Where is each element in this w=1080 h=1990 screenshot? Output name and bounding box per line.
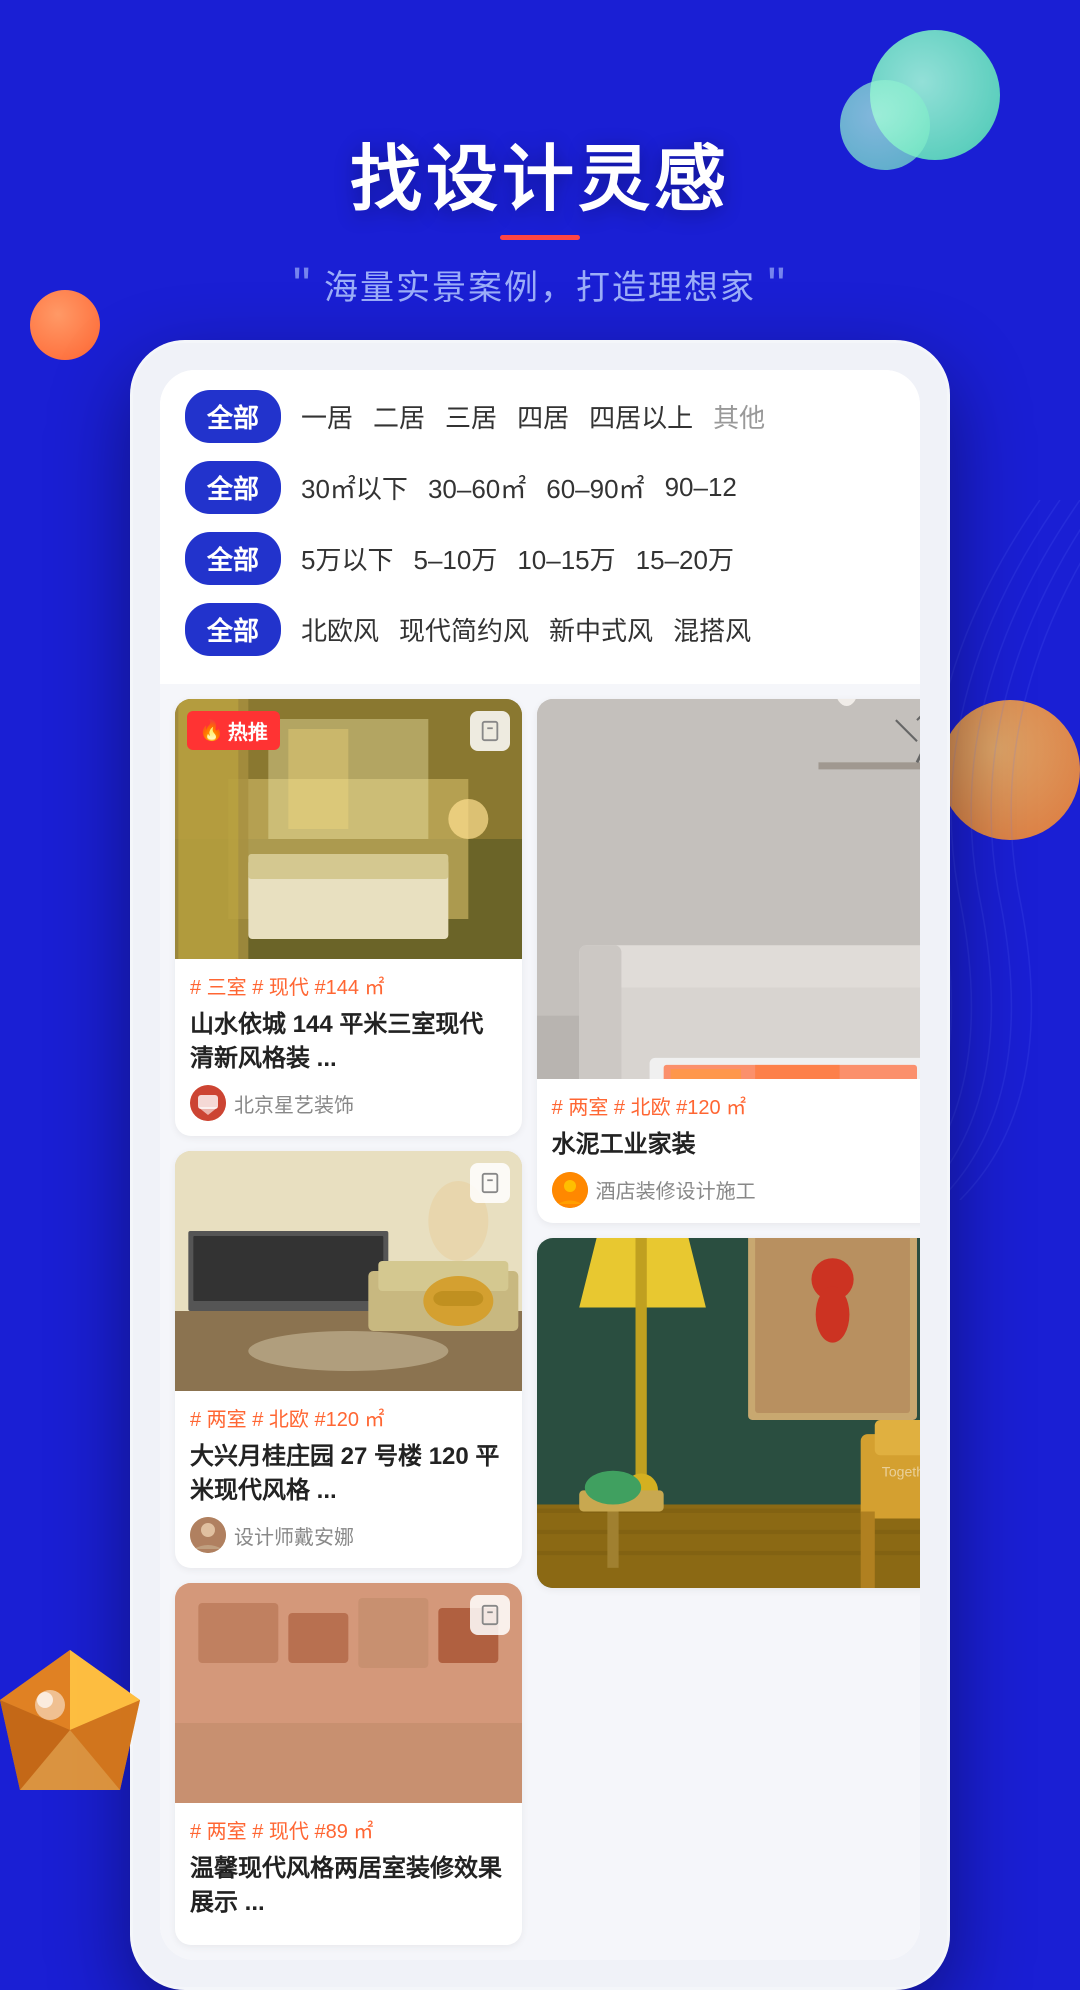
card-3-author-name: 设计师戴安娜 xyxy=(234,1521,354,1550)
card-bedroom-body: # 三室 # 现代 #144 ㎡ 山水依城 144 平米三室现代清新风格装 ..… xyxy=(175,959,522,1136)
card-peach[interactable]: # 两室 # 现代 #89 ㎡ 温馨现代风格两居室装修效果展示 ... xyxy=(175,1583,522,1944)
card-3-image xyxy=(175,1151,522,1391)
filter-row-budget: 全部 5万以下 5–10万 10–15万 15–20万 xyxy=(185,532,895,585)
quote-left: " xyxy=(293,257,313,313)
filter-row-room-type: 全部 一居 二居 三居 四居 四居以上 其他 xyxy=(185,390,895,443)
card-2-image xyxy=(537,699,920,1079)
card-2-author-name: 酒店装修设计施工 xyxy=(596,1175,756,1204)
quote-right: " xyxy=(767,257,787,313)
bookmark-button[interactable] xyxy=(470,711,510,751)
card-3-title: 大兴月桂庄园 27 号楼 120 平米现代风格 ... xyxy=(190,1440,507,1507)
filter-all-area[interactable]: 全部 xyxy=(185,461,281,514)
phone-container: 全部 一居 二居 三居 四居 四居以上 其他 全部 30㎡以下 30–60㎡ 6… xyxy=(130,340,950,1990)
card-1-title: 山水依城 144 平米三室现代清新风格装 ... xyxy=(190,1008,507,1075)
filter-yiju[interactable]: 一居 xyxy=(301,398,353,435)
filter-row-area: 全部 30㎡以下 30–60㎡ 60–90㎡ 90–12 xyxy=(185,461,895,514)
card-3-avatar xyxy=(190,1517,226,1553)
card-3-author: 设计师戴安娜 xyxy=(190,1517,507,1553)
card-3-tags: # 两室 # 北欧 #120 ㎡ xyxy=(190,1403,507,1432)
hot-text: 热推 xyxy=(228,716,268,745)
card-1-tags: # 三室 # 现代 #144 ㎡ xyxy=(190,971,507,1000)
filter-90-120[interactable]: 90–12 xyxy=(665,472,737,503)
card-5-title: 温馨现代风格两居室装修效果展示 ... xyxy=(190,1852,507,1919)
filter-chinese[interactable]: 新中式风 xyxy=(549,611,653,648)
filter-mix[interactable]: 混搭风 xyxy=(673,611,751,648)
filter-sijuyishang[interactable]: 四居以上 xyxy=(589,398,693,435)
column-left: 🔥 热推 # 三室 # 现代 #144 ㎡ xyxy=(175,699,522,1945)
content-grid: 🔥 热推 # 三室 # 现代 #144 ㎡ xyxy=(160,684,920,1960)
card-1-avatar xyxy=(190,1085,226,1121)
subtitle-text: 海量实景案例，打造理想家 xyxy=(324,269,756,307)
filter-row-style: 全部 北欧风 现代简约风 新中式风 混搭风 xyxy=(185,603,895,656)
card-1-author: 北京星艺装饰 xyxy=(190,1085,507,1121)
card-5-image xyxy=(175,1583,522,1803)
filter-5w-below[interactable]: 5万以下 xyxy=(301,540,393,577)
filter-5-10w[interactable]: 5–10万 xyxy=(413,540,497,577)
filter-10-15w[interactable]: 10–15万 xyxy=(517,540,615,577)
filter-30-60[interactable]: 30–60㎡ xyxy=(428,469,526,506)
filter-siju[interactable]: 四居 xyxy=(517,398,569,435)
filter-other[interactable]: 其他 xyxy=(713,398,765,435)
card-2-avatar xyxy=(552,1172,588,1208)
card-bedroom-image: 🔥 热推 xyxy=(175,699,522,959)
card-living-modern[interactable]: # 两室 # 北欧 #120 ㎡ 大兴月桂庄园 27 号楼 120 平米现代风格… xyxy=(175,1151,522,1568)
card-industrial[interactable]: # 两室 # 北欧 #120 ㎡ 水泥工业家装 xyxy=(537,699,920,1223)
filter-all-room[interactable]: 全部 xyxy=(185,390,281,443)
filter-15-20w[interactable]: 15–20万 xyxy=(636,540,734,577)
card-nordic-green[interactable]: Together xyxy=(537,1238,920,1588)
card-3-body: # 两室 # 北欧 #120 ㎡ 大兴月桂庄园 27 号楼 120 平米现代风格… xyxy=(175,1391,522,1568)
decorative-3d-icon xyxy=(0,1640,150,1810)
header: 找设计灵感 " 海量实景案例，打造理想家 " xyxy=(0,0,1080,340)
card-2-body: # 两室 # 北欧 #120 ㎡ 水泥工业家装 xyxy=(537,1079,920,1223)
fire-icon: 🔥 xyxy=(199,718,224,743)
phone-inner: 全部 一居 二居 三居 四居 四居以上 其他 全部 30㎡以下 30–60㎡ 6… xyxy=(160,370,920,1960)
card-2-author: 酒店装修设计施工 xyxy=(552,1172,920,1208)
card-1-author-name: 北京星艺装饰 xyxy=(234,1089,354,1118)
filter-all-budget[interactable]: 全部 xyxy=(185,532,281,585)
column-right: # 两室 # 北欧 #120 ㎡ 水泥工业家装 xyxy=(537,699,920,1945)
card-2-tags: # 两室 # 北欧 #120 ㎡ xyxy=(552,1091,920,1120)
page-subtitle: " 海量实景案例，打造理想家 " xyxy=(0,260,1080,310)
phone-mockup: 全部 一居 二居 三居 四居 四居以上 其他 全部 30㎡以下 30–60㎡ 6… xyxy=(130,340,950,1990)
filter-sanju[interactable]: 三居 xyxy=(445,398,497,435)
hot-badge: 🔥 热推 xyxy=(187,711,280,750)
card-2-title: 水泥工业家装 xyxy=(552,1128,920,1162)
svg-text:Together: Together xyxy=(881,1463,920,1479)
card-5-bookmark[interactable] xyxy=(470,1595,510,1635)
filter-30below[interactable]: 30㎡以下 xyxy=(301,469,408,506)
filter-section: 全部 一居 二居 三居 四居 四居以上 其他 全部 30㎡以下 30–60㎡ 6… xyxy=(160,370,920,684)
filter-60-90[interactable]: 60–90㎡ xyxy=(546,469,644,506)
filter-modern[interactable]: 现代简约风 xyxy=(399,611,529,648)
title-underline xyxy=(500,235,580,240)
card-4-image: Together xyxy=(537,1238,920,1588)
card-3-bookmark[interactable] xyxy=(470,1163,510,1203)
card-5-body: # 两室 # 现代 #89 ㎡ 温馨现代风格两居室装修效果展示 ... xyxy=(175,1803,522,1944)
page-title: 找设计灵感 xyxy=(0,120,1080,225)
filter-nordic[interactable]: 北欧风 xyxy=(301,611,379,648)
card-5-tags: # 两室 # 现代 #89 ㎡ xyxy=(190,1815,507,1844)
filter-erju[interactable]: 二居 xyxy=(373,398,425,435)
filter-all-style[interactable]: 全部 xyxy=(185,603,281,656)
card-bedroom[interactable]: 🔥 热推 # 三室 # 现代 #144 ㎡ xyxy=(175,699,522,1136)
